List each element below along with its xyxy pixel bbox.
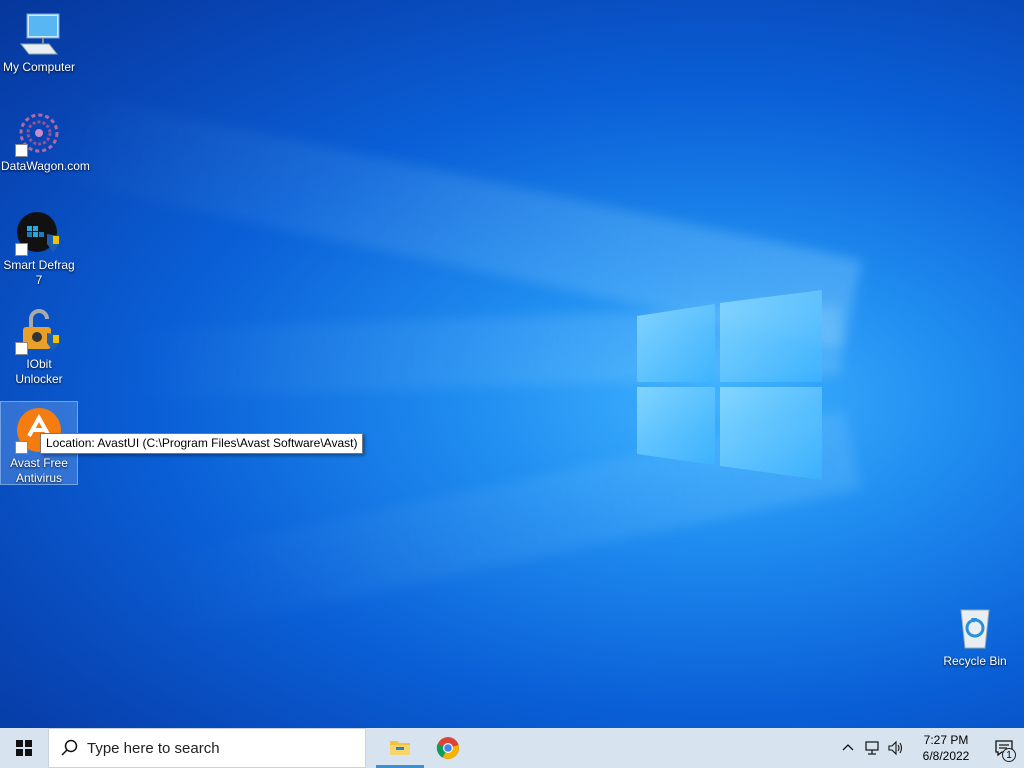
desktop-icon-recycle-bin[interactable]: Recycle Bin (937, 600, 1013, 669)
network-icon (865, 741, 879, 755)
iobit-unlocker-icon (15, 307, 63, 355)
start-button[interactable] (0, 728, 48, 768)
recycle-bin-icon (951, 604, 999, 652)
chevron-up-icon (842, 744, 854, 751)
clock-date: 6/8/2022 (922, 749, 970, 763)
desktop-icon-iobit-unlocker[interactable]: IObit Unlocker (1, 303, 77, 387)
show-hidden-icons-button[interactable] (836, 728, 860, 768)
taskbar: Type here to search 7:27 PM 6/8/2022 1 (0, 728, 1024, 768)
taskbar-search-box[interactable]: Type here to search (48, 728, 366, 768)
desktop-icon-label: IObit Unlocker (15, 357, 63, 386)
clock-time: 7:27 PM (923, 733, 969, 747)
taskbar-chrome[interactable] (424, 728, 472, 768)
desktop-icon-smart-defrag[interactable]: Smart Defrag 7 (1, 204, 77, 288)
windows-logo (637, 290, 822, 480)
system-tray: 7:27 PM 6/8/2022 1 (836, 728, 1024, 768)
desktop-icon-label: Avast Free Antivirus (10, 456, 68, 485)
search-icon (61, 739, 79, 757)
desktop-icon-datawagon[interactable]: DataWagon.com (1, 105, 90, 174)
desktop-icon-label: DataWagon.com (1, 159, 90, 173)
network-button[interactable] (860, 728, 884, 768)
folder-icon (390, 740, 410, 755)
location-tooltip: Location: AvastUI (C:\Program Files\Avas… (40, 433, 364, 454)
shortcut-arrow-icon (15, 441, 28, 454)
smart-defrag-icon (15, 208, 63, 256)
desktop-icon-label: My Computer (2, 60, 76, 74)
windows-start-icon (16, 740, 32, 756)
notification-count-badge: 1 (1002, 748, 1016, 762)
shortcut-arrow-icon (15, 342, 28, 355)
shortcut-arrow-icon (15, 243, 28, 256)
action-center-button[interactable]: 1 (984, 728, 1024, 768)
search-placeholder: Type here to search (87, 739, 220, 757)
desktop-icon-my-computer[interactable]: My Computer (1, 6, 77, 75)
computer-icon (15, 10, 63, 58)
desktop[interactable]: My Computer DataWagon.com Smart Defrag 7… (0, 0, 1024, 728)
speaker-icon (888, 740, 903, 756)
chrome-icon (436, 737, 459, 759)
taskbar-file-explorer[interactable] (376, 728, 424, 768)
desktop-icon-label: Recycle Bin (943, 654, 1007, 668)
desktop-icon-label: Smart Defrag 7 (3, 258, 75, 287)
datawagon-icon (15, 109, 63, 157)
shortcut-arrow-icon (15, 144, 28, 157)
volume-button[interactable] (884, 728, 908, 768)
taskbar-clock[interactable]: 7:27 PM 6/8/2022 (908, 732, 984, 764)
